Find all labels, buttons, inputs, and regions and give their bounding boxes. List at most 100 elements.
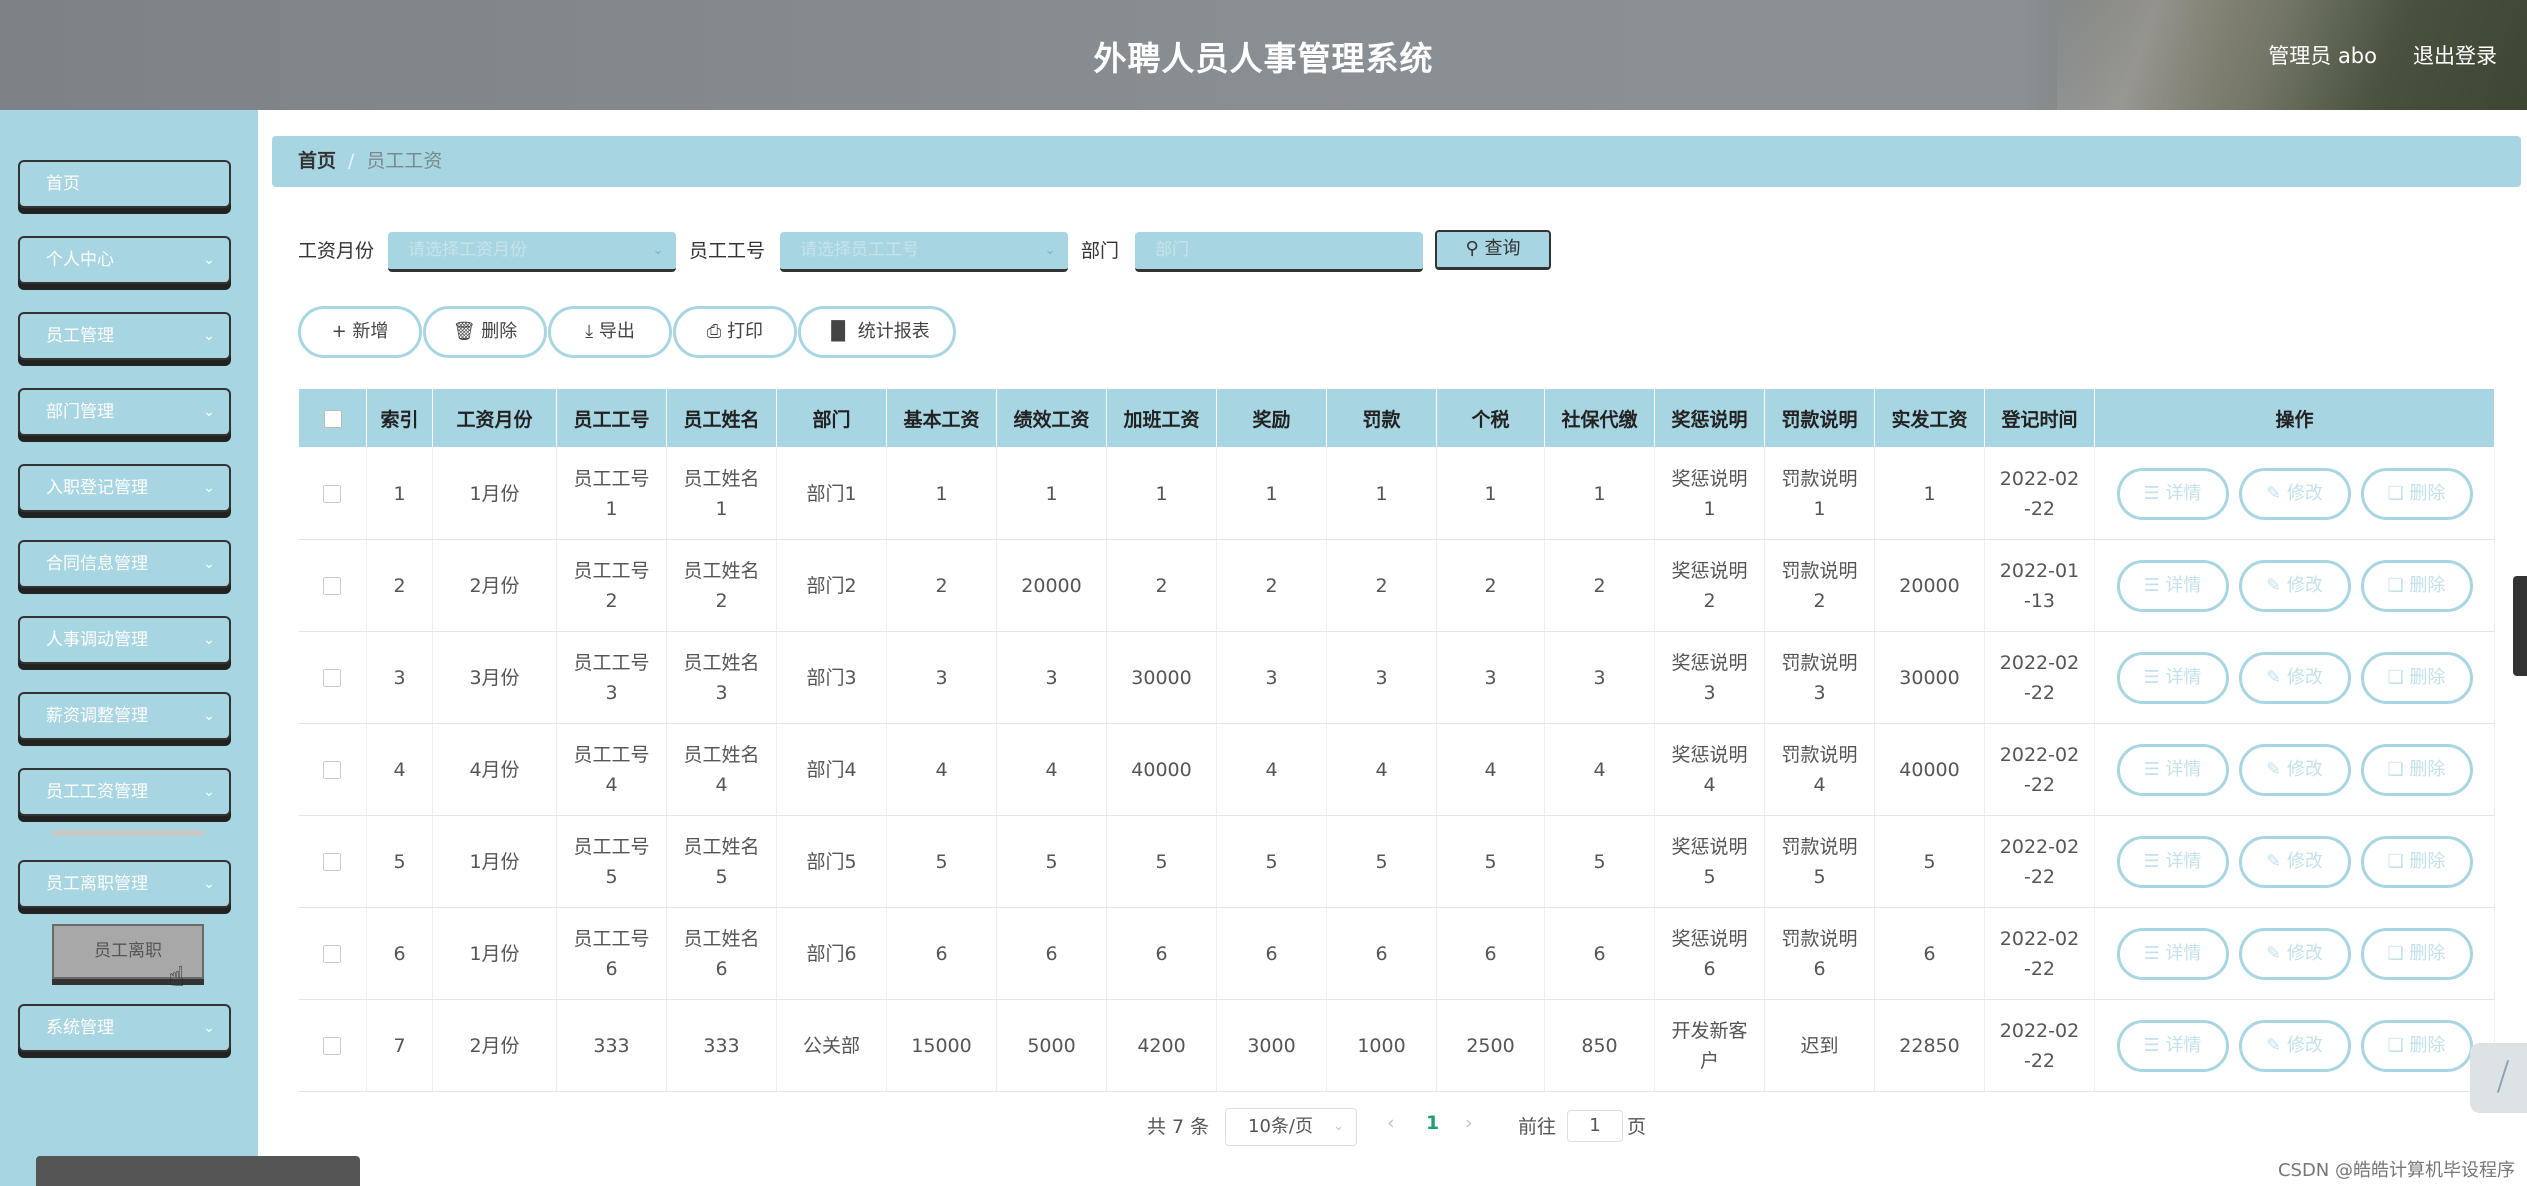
delete-button-label: 删除 (2409, 942, 2446, 964)
delete-button[interactable]: ❑ 删除 (2360, 1019, 2473, 1072)
edit-button[interactable]: ✎ 修改 (2238, 1019, 2351, 1072)
month-select[interactable]: 请选择工资月份 ⌄ (388, 232, 676, 272)
edit-button[interactable]: ✎ 修改 (2238, 467, 2351, 520)
edit-button[interactable]: ✎ 修改 (2238, 743, 2351, 796)
sidebar-item-transfer[interactable]: 人事调动管理 ⌄ (18, 616, 231, 664)
row-checkbox[interactable] (323, 485, 342, 503)
edit-button[interactable]: ✎ 修改 (2238, 927, 2351, 980)
export-button-label: 导出 (598, 321, 635, 342)
detail-button[interactable]: ☰ 详情 (2116, 651, 2229, 704)
sidebar-item-home[interactable]: 首页 (18, 160, 231, 208)
row-select-cell[interactable] (298, 447, 367, 540)
delete-button[interactable]: ❑ 删除 (2360, 835, 2473, 888)
row-checkbox[interactable] (323, 1037, 342, 1055)
row-select-cell[interactable] (298, 999, 367, 1092)
bulk-delete-button[interactable]: 🗑 删除 (423, 306, 547, 358)
sidebar-item-system[interactable]: 系统管理 ⌄ (18, 1004, 231, 1052)
report-button-label: 统计报表 (857, 321, 930, 342)
document-icon: ☰ (2143, 850, 2166, 872)
page-number-current[interactable]: 1 (1426, 1112, 1439, 1134)
edit-button[interactable]: ✎ 修改 (2238, 651, 2351, 704)
sidebar-item-label: 首页 (46, 174, 80, 194)
row-checkbox[interactable] (323, 853, 342, 871)
row-select-cell[interactable] (298, 907, 367, 1000)
goto-page-input[interactable]: 1 (1567, 1110, 1623, 1142)
table-cell: 公关部 (776, 999, 887, 1092)
sidebar-item-personal-center[interactable]: 个人中心 ⌄ (18, 236, 231, 284)
table-cell: 1 (366, 447, 433, 540)
column-header: 索引 (366, 388, 433, 448)
row-select-cell[interactable] (298, 815, 367, 908)
report-button[interactable]: ▐▌ 统计报表 (798, 306, 956, 358)
select-all-cell[interactable] (298, 388, 367, 448)
delete-button[interactable]: ❑ 删除 (2360, 651, 2473, 704)
detail-button-label: 详情 (2165, 666, 2202, 688)
floating-tool-icon[interactable]: ⧸ (2470, 1043, 2527, 1113)
sidebar-item-department[interactable]: 部门管理 ⌄ (18, 388, 231, 436)
edit-button-label: 修改 (2286, 482, 2323, 504)
table-cell: 1000 (1326, 999, 1437, 1092)
next-page-icon[interactable]: › (1465, 1112, 1473, 1134)
page-size-select[interactable]: 10条/页 ⌄ (1225, 1108, 1357, 1146)
row-select-cell[interactable] (298, 723, 367, 816)
delete-button[interactable]: ❑ 删除 (2360, 467, 2473, 520)
dept-input[interactable]: 部门 (1135, 232, 1423, 272)
table-cell: 2 (1544, 539, 1655, 632)
sidebar-item-resignation[interactable]: 员工离职管理 ⌄ (18, 860, 231, 908)
table-cell: 6 (886, 907, 997, 1000)
row-select-cell[interactable] (298, 539, 367, 632)
select-all-checkbox[interactable] (323, 409, 342, 428)
table-cell: 部门2 (776, 539, 887, 632)
pagination-total: 共 7 条 (1147, 1116, 1210, 1138)
side-drawer-handle[interactable] (2513, 576, 2527, 676)
print-button[interactable]: ⎙ 打印 (673, 306, 797, 358)
current-user: 管理员 abo (2268, 44, 2377, 68)
detail-button[interactable]: ☰ 详情 (2116, 1019, 2229, 1072)
table-cell: 1 (1106, 447, 1217, 540)
delete-button-label: 删除 (2409, 758, 2446, 780)
delete-button[interactable]: ❑ 删除 (2360, 927, 2473, 980)
delete-button[interactable]: ❑ 删除 (2360, 743, 2473, 796)
detail-button[interactable]: ☰ 详情 (2116, 835, 2229, 888)
row-checkbox[interactable] (323, 945, 342, 963)
table-cell: 6 (1436, 907, 1545, 1000)
table-row: 2 2月份 员工工号2 员工姓名2 部门2 2 20000 2 2 2 2 2 奖惩说明2 罚款说明2 20… (298, 539, 2495, 632)
row-select-cell[interactable] (298, 631, 367, 724)
sidebar-item-onboarding[interactable]: 入职登记管理 ⌄ (18, 464, 231, 512)
add-button[interactable]: + 新增 (298, 306, 422, 358)
edit-button[interactable]: ✎ 修改 (2238, 559, 2351, 612)
query-button[interactable]: ⚲ 查询 (1435, 230, 1551, 270)
prev-page-icon[interactable]: ‹ (1387, 1112, 1395, 1134)
table-cell: 部门6 (776, 907, 887, 1000)
delete-button-label: 删除 (481, 321, 518, 342)
collapsed-submenu-stub (52, 830, 204, 836)
detail-button[interactable]: ☰ 详情 (2116, 743, 2229, 796)
logout-link[interactable]: 退出登录 (2413, 40, 2497, 70)
row-actions-cell: ☰ 详情 ✎ 修改 ❑ 删除 (2094, 999, 2495, 1092)
detail-button[interactable]: ☰ 详情 (2116, 927, 2229, 980)
sidebar-item-contract[interactable]: 合同信息管理 ⌄ (18, 540, 231, 588)
detail-button[interactable]: ☰ 详情 (2116, 559, 2229, 612)
table-cell: 奖惩说明2 (1654, 539, 1765, 632)
detail-button[interactable]: ☰ 详情 (2116, 467, 2229, 520)
table-cell: 奖惩说明6 (1654, 907, 1765, 1000)
table-cell: 罚款说明6 (1764, 907, 1875, 1000)
table-cell: 4 (886, 723, 997, 816)
sidebar-item-salary-adjust[interactable]: 薪资调整管理 ⌄ (18, 692, 231, 740)
table-cell: 2022-02-22 (1984, 447, 2095, 540)
table-cell: 3 (1436, 631, 1545, 724)
sidebar-item-employee[interactable]: 员工管理 ⌄ (18, 312, 231, 360)
row-checkbox[interactable] (323, 577, 342, 595)
delete-button[interactable]: ❑ 删除 (2360, 559, 2473, 612)
export-button[interactable]: ⤓ 导出 (548, 306, 672, 358)
table-cell: 1 (1544, 447, 1655, 540)
edit-button[interactable]: ✎ 修改 (2238, 835, 2351, 888)
sidebar-item-employee-salary[interactable]: 员工工资管理 ⌄ (18, 768, 231, 816)
emp-no-select[interactable]: 请选择员工工号 ⌄ (780, 232, 1068, 272)
row-checkbox[interactable] (323, 761, 342, 779)
row-checkbox[interactable] (323, 669, 342, 687)
watermark: CSDN @皓皓计算机毕设程序 (2277, 1160, 2515, 1181)
table-cell: 3 (886, 631, 997, 724)
breadcrumb-home[interactable]: 首页 (298, 150, 336, 172)
add-button-label: 新增 (352, 321, 389, 342)
